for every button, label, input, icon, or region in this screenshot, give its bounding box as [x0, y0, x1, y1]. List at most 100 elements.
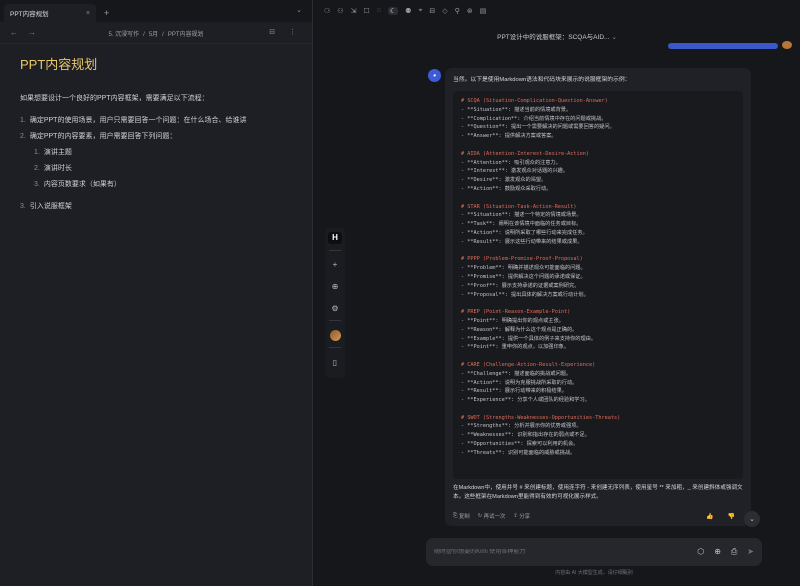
- cube-icon[interactable]: ⬡: [697, 547, 704, 557]
- list-text: 演讲时长: [43, 165, 72, 172]
- copy-button[interactable]: ⎘ 复制: [453, 512, 470, 521]
- list-text: 确定PPT的内容要素，用户需要回答下列问题：: [29, 133, 177, 140]
- code-line: - **Situation**: 描述当前的情境或背景。: [461, 106, 572, 113]
- code-line: - **Strengths**: 分析并展示你的优势或强项。: [461, 423, 582, 430]
- chevron-down-icon[interactable]: ⌄: [611, 34, 616, 41]
- code-line: - **Result**: 展示这些行动带来的结果或成果。: [461, 238, 583, 245]
- breadcrumb-separator: /: [162, 32, 164, 38]
- assistant-reply: 当然。以下是使用Markdown语法和代码块来展示的说服框架的示例： # SCQ…: [445, 68, 751, 526]
- tab-ppt-plan[interactable]: PPT内容规划 ×: [4, 4, 96, 22]
- moon-icon[interactable]: ☾: [387, 7, 399, 15]
- share-icon: ⇪: [513, 513, 518, 519]
- chat-pane: ⚆ ⚇ ⇲ ☐ ◌ ☾ ⚉ ⌖ ⊟ ◇ ⚲ ⊛ ▤ PPT设计中的说服框架：SC…: [314, 0, 800, 586]
- globe-icon[interactable]: ⊕: [714, 547, 721, 557]
- code-line: - **Opportunities**: 探索可以利用的机会。: [461, 441, 579, 448]
- code-heading: # STAR (Situation-Task-Action-Result): [461, 203, 577, 210]
- code-gap: [461, 247, 735, 256]
- file-icon[interactable]: ⎙: [731, 547, 737, 557]
- page-title: PPT内容规划: [20, 57, 98, 72]
- list-text: 内容页数要求（如果有）: [43, 181, 121, 188]
- chat-input[interactable]: [434, 549, 698, 555]
- code-block: # SCQA (Situation-Complication-Question-…: [453, 91, 743, 479]
- tab-list-icon[interactable]: ⌄: [296, 6, 302, 14]
- toolbar-icon[interactable]: ⇲: [351, 7, 357, 15]
- share-button[interactable]: ⇪ 分享: [513, 512, 530, 520]
- reply-intro: 当然。以下是使用Markdown语法和代码块来展示的说服框架的示例：: [453, 77, 631, 83]
- obsidian-pane: PPT内容规划 × + ⌄ ← → 5. 沉浸写作/5月 / PPT内容规划 ⊟ ⋮…: [0, 0, 313, 586]
- new-chat-icon[interactable]: +: [328, 259, 342, 271]
- regenerate-label: 再试一次: [483, 514, 506, 520]
- share-label: 分享: [519, 514, 531, 520]
- toolbar-icon[interactable]: ⊟: [429, 7, 435, 15]
- phone-icon[interactable]: ▯: [328, 356, 342, 368]
- list-text: 引入说服框架: [29, 203, 72, 210]
- code-gap: [461, 299, 735, 308]
- kimi-avatar-icon: ◕: [428, 69, 441, 82]
- code-line: - **Interest**: 激发观众对话题的兴趣。: [461, 168, 569, 175]
- sidebar-toolbar: H + ⊕ ⚙ ▯: [325, 228, 345, 378]
- code-line: - **Threats**: 识别可能面临的威胁或挑战。: [461, 449, 576, 456]
- code-line: - **Action**: 说明为克服挑战所采取的行动。: [461, 379, 578, 386]
- history-icon[interactable]: ⊕: [328, 281, 342, 293]
- code-line: - **Problem**: 明确并描述观众可能面临的问题。: [461, 265, 586, 272]
- toolbar-icon[interactable]: ☐: [363, 7, 369, 15]
- toolbar-icon[interactable]: ⚇: [337, 7, 343, 15]
- toolbar-icon[interactable]: ◌: [377, 7, 381, 15]
- code-line: - **Weaknesses**: 识别和指出存在的弱点或不足。: [461, 432, 590, 439]
- breadcrumb-current[interactable]: PPT内容规划: [168, 32, 204, 38]
- list-item: 2. 确定PPT的内容要素，用户需要回答下列问题： 1. 演讲主题 2. 演讲时长 3…: [20, 131, 292, 189]
- code-heading: # PPPP (Problem-Promise-Proof-Proposal): [461, 256, 583, 263]
- list-number: 1.: [34, 149, 40, 156]
- add-tab-icon[interactable]: +: [104, 8, 109, 18]
- ordered-list: 1. 确定PPT的使用场景，用户只需要回答一个问题：在什么场合、给谁讲 2. 确定P…: [20, 115, 292, 211]
- feedback-thumbs-icon[interactable]: 👍 👎: [706, 513, 741, 520]
- kimi-logo-icon[interactable]: H: [328, 232, 342, 244]
- scroll-down-button[interactable]: ⌄: [744, 511, 760, 527]
- code-line: - **Task**: 阐明在该情境中面临的任务或目标。: [461, 221, 582, 228]
- settings-gear-icon[interactable]: ⚙: [328, 303, 342, 315]
- sub-list: 1. 演讲主题 2. 演讲时长 3. 内容页数要求（如果有）: [34, 147, 292, 189]
- list-item: 1. 确定PPT的使用场景，用户只需要回答一个问题：在什么场合、给谁讲: [20, 115, 292, 125]
- breadcrumb: 5. 沉浸写作 / 5月 / PPT内容规划: [0, 29, 312, 38]
- toolbar-icon[interactable]: ⚆: [324, 7, 330, 15]
- code-heading: # PREP (Point-Reason-Example-Point): [461, 309, 571, 316]
- code-line: - **Action**: 鼓励观众采取行动。: [461, 185, 552, 192]
- chat-title[interactable]: PPT设计中的说服框架：SCQA与AID... ⌄: [314, 31, 800, 41]
- code-line: - **Reason**: 解释为什么这个观点是正确的。: [461, 326, 578, 333]
- code-heading: # AIDA (Attention-Interest-Desire-Action…: [461, 150, 590, 157]
- list-number: 3.: [20, 203, 26, 210]
- view-options-icon[interactable]: ⊟ ⋮: [269, 28, 302, 36]
- toolbar-icon[interactable]: ▤: [480, 7, 487, 15]
- breadcrumb-separator: /: [143, 32, 145, 38]
- list-item: 3. 引入说服框架: [20, 201, 292, 211]
- close-icon[interactable]: ×: [86, 10, 90, 17]
- code-line: - **Action**: 说明所采取了哪些行动来完成任务。: [461, 229, 588, 236]
- sub-list-item: 1. 演讲主题: [34, 147, 292, 157]
- code-gap: [461, 141, 735, 150]
- toolbar-icon[interactable]: ⚉: [405, 7, 411, 15]
- toolbar-icon[interactable]: ⚲: [455, 7, 460, 15]
- user-avatar[interactable]: [328, 329, 342, 341]
- code-line: - **Attention**: 吸引观众的注意力。: [461, 159, 561, 166]
- regenerate-button[interactable]: ↻ 再试一次: [478, 512, 506, 520]
- send-icon[interactable]: ➤: [747, 547, 754, 557]
- user-avatar: [782, 41, 792, 49]
- code-gap: [461, 352, 735, 361]
- code-line: - **Complication**: 介绍当前情境中存在的问题或挑战。: [461, 115, 607, 122]
- copy-label: 复制: [458, 514, 470, 520]
- code-line: - **Point**: 明确提出你的观点或主张。: [461, 317, 564, 324]
- divider: [329, 347, 341, 349]
- code-line: - **Example**: 提供一个具体的例子来支持你的理由。: [461, 335, 597, 342]
- browser-toolbar: ⚆ ⚇ ⇲ ☐ ◌ ☾ ⚉ ⌖ ⊟ ◇ ⚲ ⊛ ▤: [324, 7, 486, 15]
- copy-icon: ⎘: [453, 512, 458, 519]
- toolbar-icon[interactable]: ◇: [442, 7, 447, 15]
- breadcrumb-item[interactable]: 5. 沉浸写作: [108, 32, 139, 38]
- code-heading: # SWOT (Strengths-Weaknesses-Opportuniti…: [461, 414, 621, 421]
- toolbar-icon[interactable]: ⌖: [418, 7, 422, 15]
- code-heading: # CARE (Challenge-Action-Result-Experien…: [461, 361, 596, 368]
- list-text: 演讲主题: [43, 149, 72, 156]
- breadcrumb-item[interactable]: 5月: [149, 32, 158, 38]
- code-gap: [461, 194, 735, 203]
- list-number: 1.: [20, 117, 26, 124]
- toolbar-icon[interactable]: ⊛: [467, 7, 473, 15]
